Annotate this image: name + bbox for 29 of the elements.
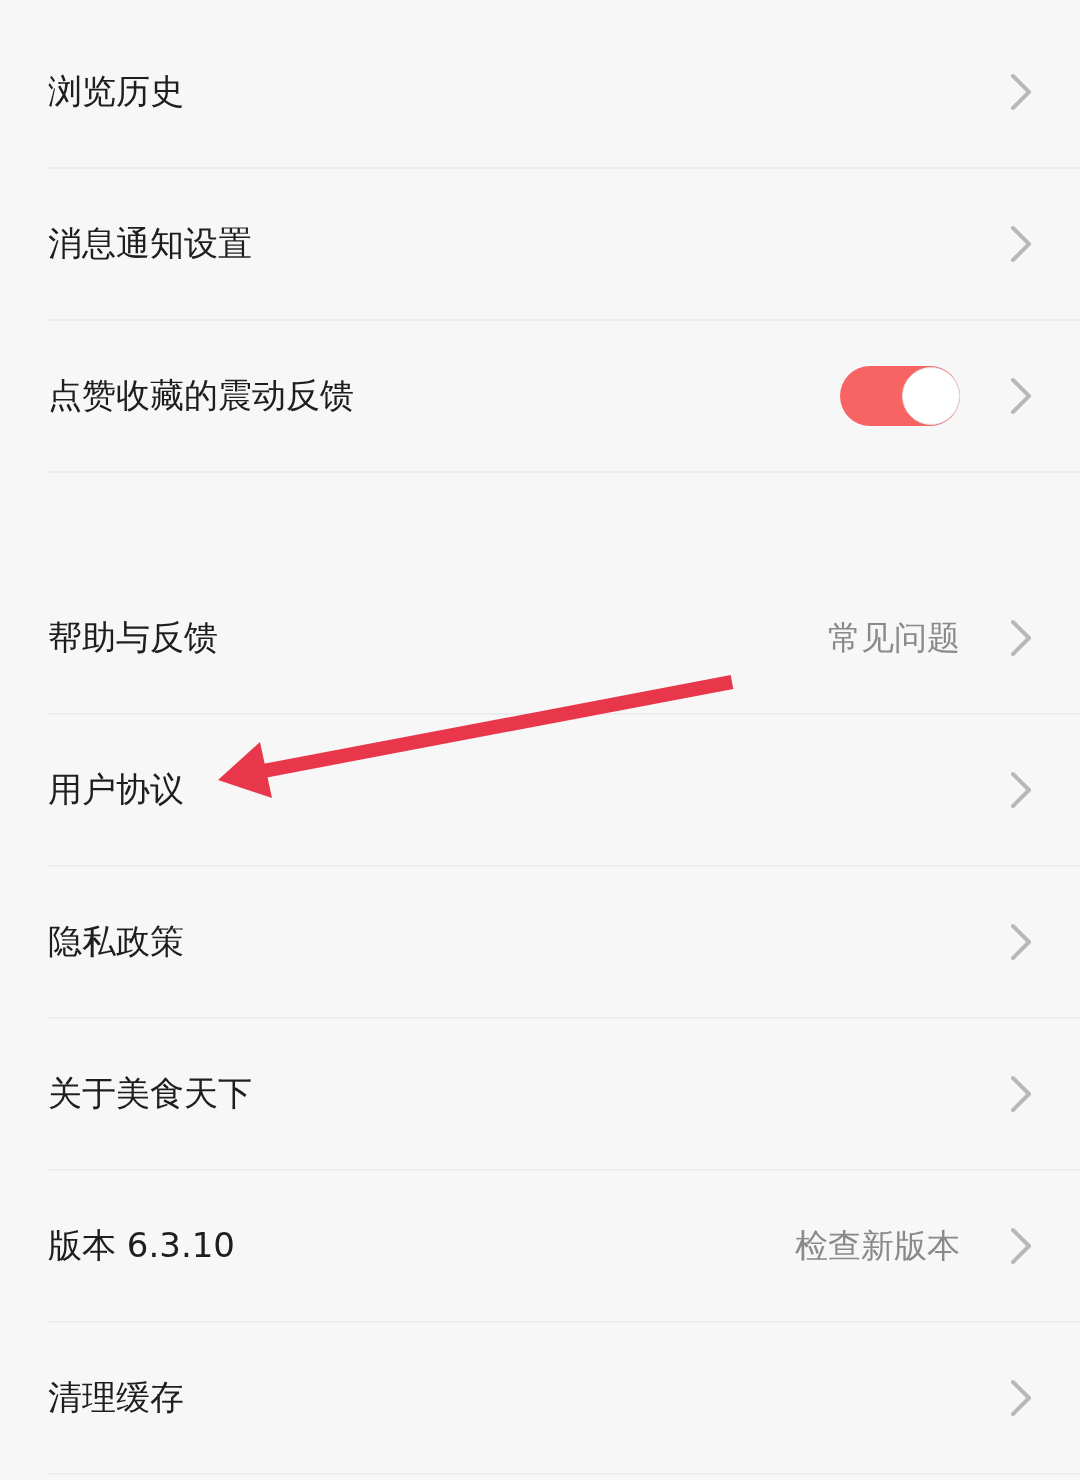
settings-row[interactable]: 浏览历史 [48, 17, 1080, 169]
row-value: 常见问题 [828, 616, 960, 659]
settings-row[interactable]: 消息通知设置 [48, 169, 1080, 321]
row-label: 版本 6.3.10 [48, 1224, 236, 1267]
chevron-right-icon [1010, 377, 1032, 415]
row-label: 关于美食天下 [48, 1072, 253, 1115]
row-label: 隐私政策 [48, 920, 185, 963]
chevron-right-icon [1010, 73, 1032, 111]
row-label: 消息通知设置 [48, 222, 253, 265]
chevron-right-icon [1010, 923, 1032, 961]
chevron-right-icon [1010, 1227, 1032, 1265]
toggle-switch[interactable] [840, 366, 960, 426]
row-label: 点赞收藏的震动反馈 [48, 374, 355, 417]
row-label: 用户协议 [48, 768, 185, 811]
settings-row[interactable]: 点赞收藏的震动反馈 [48, 321, 1080, 473]
chevron-right-icon [1010, 225, 1032, 263]
settings-row[interactable]: 版本 6.3.10 检查新版本 [48, 1171, 1080, 1323]
settings-row[interactable]: 清理缓存 [48, 1323, 1080, 1475]
chevron-right-icon [1010, 1075, 1032, 1113]
row-label: 浏览历史 [48, 70, 185, 113]
settings-row[interactable]: 关于美食天下 [48, 1019, 1080, 1171]
chevron-right-icon [1010, 1379, 1032, 1417]
row-label: 清理缓存 [48, 1376, 185, 1419]
row-label: 帮助与反馈 [48, 616, 219, 659]
chevron-right-icon [1010, 619, 1032, 657]
settings-row[interactable]: 帮助与反馈 常见问题 [48, 563, 1080, 715]
chevron-right-icon [1010, 771, 1032, 809]
row-value: 检查新版本 [795, 1224, 960, 1267]
settings-row[interactable]: 隐私政策 [48, 867, 1080, 1019]
